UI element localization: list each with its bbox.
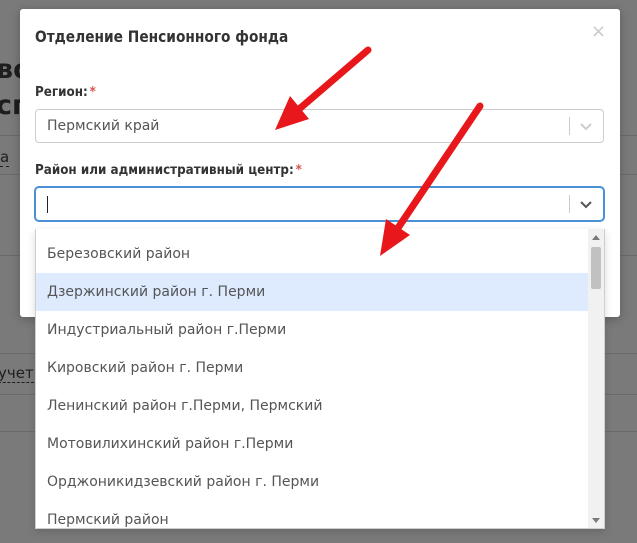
region-label-text: Регион:: [35, 85, 88, 100]
dropdown-option[interactable]: Пермский район: [36, 501, 588, 528]
dropdown-option-highlighted[interactable]: Дзержинский район г. Перми: [36, 273, 588, 311]
select-separator: [569, 195, 570, 213]
dropdown-option[interactable]: Кировский район г. Перми: [36, 349, 588, 387]
dropdown-option[interactable]: Березовский район: [36, 235, 588, 273]
required-mark: *: [89, 85, 96, 100]
district-dropdown-list[interactable]: Березовский район Дзержинский район г. П…: [35, 229, 605, 529]
dropdown-scrollbar[interactable]: [588, 229, 604, 528]
scrollbar-thumb[interactable]: [591, 247, 601, 289]
background-link[interactable]: а: [0, 148, 10, 167]
district-label-text: Район или административный центр:: [35, 163, 294, 178]
text-caret: [47, 196, 48, 213]
required-mark: *: [295, 163, 302, 178]
close-icon[interactable]: ×: [591, 23, 606, 41]
region-select[interactable]: Пермский край: [35, 109, 604, 143]
modal-title: Отделение Пенсионного фонда: [35, 27, 289, 46]
region-select-value: Пермский край: [47, 118, 160, 134]
dropdown-option[interactable]: Орджоникидзевский район г. Перми: [36, 463, 588, 501]
background-link[interactable]: учет: [0, 364, 34, 383]
region-label: Регион: *: [35, 85, 96, 100]
chevron-down-icon[interactable]: [578, 196, 594, 212]
dropdown-option[interactable]: Мотовилихинский район г.Перми: [36, 425, 588, 463]
district-label: Район или административный центр: *: [35, 163, 302, 178]
dropdown-option[interactable]: Ленинский район г.Перми, Пермский: [36, 387, 588, 425]
scroll-down-icon[interactable]: [592, 518, 600, 523]
chevron-down-icon[interactable]: [578, 118, 594, 134]
dropdown-option[interactable]: Индустриальный район г.Перми: [36, 311, 588, 349]
district-select[interactable]: [35, 187, 604, 221]
select-separator: [569, 117, 570, 135]
scroll-up-icon[interactable]: [592, 235, 600, 240]
